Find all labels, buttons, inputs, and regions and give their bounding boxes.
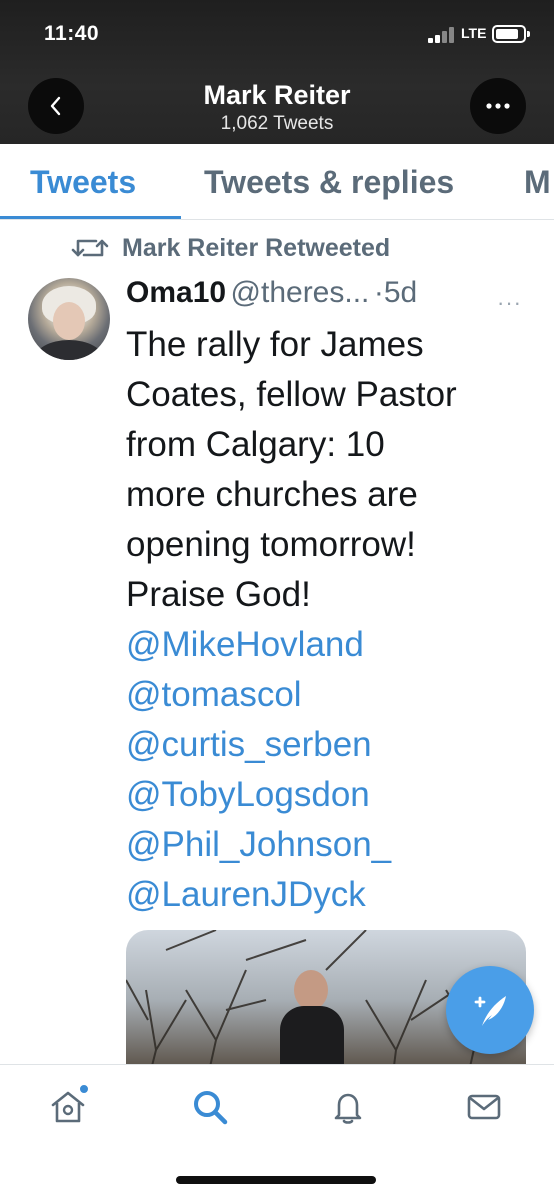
tab-tweets-and-replies[interactable]: Tweets & replies [204, 164, 454, 201]
profile-header: 11:40 LTE Mark Reiter 1,062 Tweets [0, 0, 554, 144]
home-indicator[interactable] [176, 1176, 376, 1184]
tweet-text[interactable]: The rally for James Coates, fellow Pasto… [126, 320, 536, 920]
author-name[interactable]: Oma10 [126, 276, 226, 309]
tweet-text-line: Praise God! [126, 575, 311, 614]
profile-tabs: Tweets Tweets & replies M [0, 144, 554, 220]
tweet-text-line: The rally for James [126, 325, 424, 364]
mention-link[interactable]: @MikeHovland [126, 620, 536, 670]
tweet-more-button[interactable]: ··· [497, 290, 522, 316]
tab-tweets[interactable]: Tweets [30, 164, 136, 201]
mention-link[interactable]: @tomascol [126, 670, 536, 720]
tweet-text-line: from Calgary: 10 [126, 425, 385, 464]
tweet-text-line: opening tomorrow! [126, 525, 416, 564]
tweet-header: Oma10 @theres... ·5d [126, 276, 526, 316]
retweet-indicator: Mark Reiter Retweeted [70, 230, 390, 266]
status-time: 11:40 [44, 22, 100, 45]
nav-search[interactable] [188, 1085, 232, 1129]
author-avatar[interactable] [28, 278, 110, 360]
bell-icon [334, 1093, 362, 1124]
nav-notifications[interactable] [326, 1085, 370, 1129]
status-bar: 11:40 LTE [0, 0, 554, 70]
active-tab-indicator [0, 216, 181, 219]
mention-link[interactable]: @Phil_Johnson_ [126, 820, 536, 870]
notification-dot [78, 1083, 90, 1095]
nav-messages[interactable] [462, 1085, 506, 1129]
tweet-text-line: more churches are [126, 475, 418, 514]
compose-tweet-icon [474, 996, 506, 1026]
tweet-count: 1,062 Tweets [220, 113, 334, 134]
tweet-text-line: Coates, fellow Pastor [126, 375, 457, 414]
tweet-time[interactable]: ·5d [374, 276, 417, 309]
ellipsis-icon [486, 103, 510, 109]
nav-home[interactable] [46, 1083, 90, 1129]
signal-strength-icon [428, 27, 456, 43]
battery-icon [492, 25, 530, 43]
more-options-button[interactable] [470, 78, 526, 134]
battery-level [496, 29, 519, 39]
mail-icon [467, 1094, 501, 1120]
mention-link[interactable]: @TobyLogsdon [126, 770, 536, 820]
tab-media[interactable]: M [524, 164, 551, 201]
mention-link[interactable]: @curtis_serben [126, 720, 536, 770]
compose-tweet-button[interactable] [446, 966, 534, 1054]
network-type: LTE [461, 25, 487, 41]
mention-link[interactable]: @LaurenJDyck [126, 870, 536, 920]
retweet-icon [71, 239, 109, 257]
author-handle[interactable]: @theres... [231, 276, 370, 309]
retweet-label[interactable]: Mark Reiter Retweeted [122, 234, 390, 263]
search-icon [194, 1091, 228, 1125]
